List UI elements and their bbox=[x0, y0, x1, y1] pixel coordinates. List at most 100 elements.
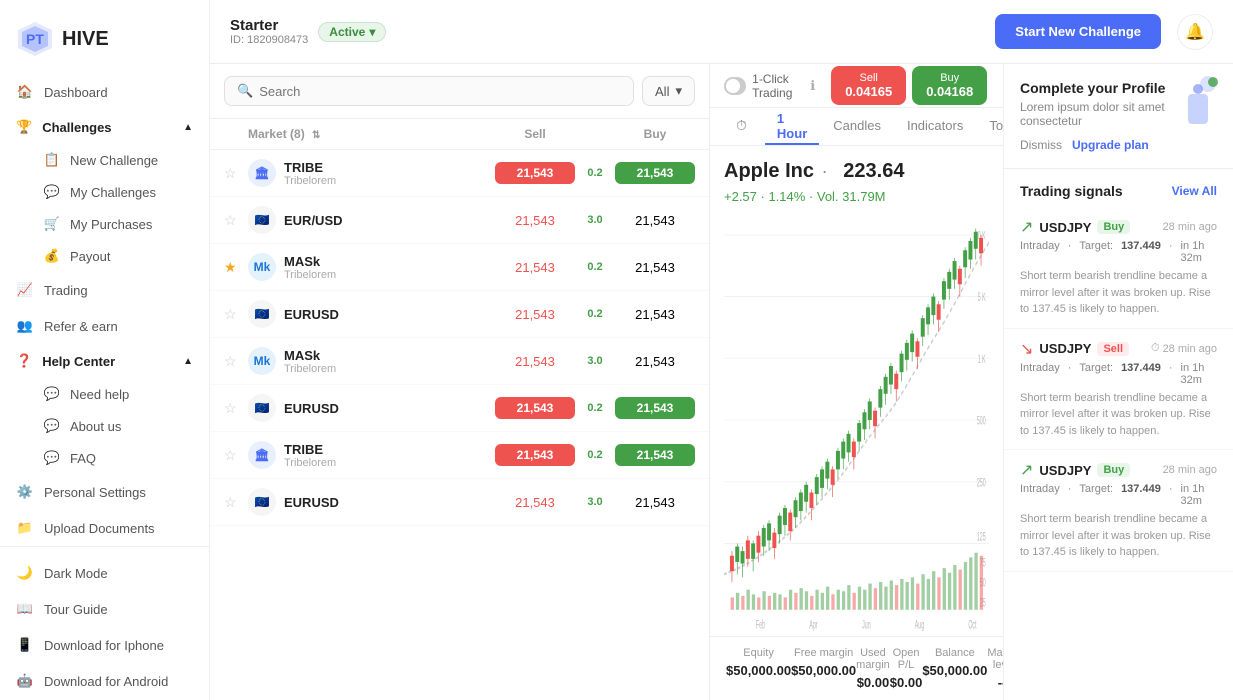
market-row[interactable]: ☆ 🏛 TRIBETribelorem 21,543 0.2 21,543 bbox=[210, 432, 709, 479]
signal-pair: USDJPY bbox=[1039, 341, 1091, 356]
iphone-icon: 📱 bbox=[16, 636, 34, 654]
star-icon[interactable]: ☆ bbox=[224, 447, 248, 464]
sidebar-item-darkmode[interactable]: 🌙 Dark Mode bbox=[0, 555, 209, 591]
chevron-down-icon: ▾ bbox=[369, 25, 375, 39]
tab-tools[interactable]: Tools bbox=[977, 108, 1003, 145]
sell-price[interactable]: 21,543 bbox=[495, 397, 575, 419]
signals-header: Trading signals View All bbox=[1004, 169, 1233, 207]
signal-time: 28 min ago bbox=[1163, 221, 1217, 233]
sidebar-item-payout[interactable]: 💰 Payout bbox=[0, 240, 209, 272]
tab-indicators[interactable]: Indicators bbox=[895, 108, 975, 145]
sidebar-item-tour[interactable]: 📖 Tour Guide bbox=[0, 591, 209, 627]
signal-meta: Intraday · Target: 137.449 · in 1h 32m bbox=[1020, 483, 1217, 507]
market-row[interactable]: ☆ 🇪🇺 EUR/USD 21,543 3.0 21,543 bbox=[210, 197, 709, 244]
sidebar-item-upload[interactable]: 📁 Upload Documents bbox=[0, 510, 209, 546]
toggle-switch[interactable] bbox=[724, 77, 746, 95]
sidebar-item-challenges[interactable]: 🏆 Challenges ▲ bbox=[0, 110, 209, 144]
sell-price: 21,543 bbox=[495, 213, 575, 228]
market-asset: Mk MASkTribelorem bbox=[248, 347, 495, 375]
star-icon[interactable]: ☆ bbox=[224, 212, 248, 229]
sell-price: 21,543 bbox=[495, 495, 575, 510]
change-badge: 0.2 bbox=[575, 402, 615, 414]
faq-icon: 💬 bbox=[44, 450, 60, 466]
filter-select[interactable]: All ▾ bbox=[642, 76, 695, 106]
chart-footer: Equity $50,000.00 Free margin $50,000.00… bbox=[710, 636, 1003, 700]
sidebar-item-purchases[interactable]: 🛒 My Purchases bbox=[0, 208, 209, 240]
star-icon[interactable]: ☆ bbox=[224, 494, 248, 511]
star-icon[interactable]: ☆ bbox=[224, 165, 248, 182]
equity-label: Equity bbox=[726, 647, 791, 659]
asset-icon: Mk bbox=[248, 347, 276, 375]
upgrade-button[interactable]: Upgrade plan bbox=[1072, 138, 1149, 152]
sell-price[interactable]: 21,543 bbox=[495, 162, 575, 184]
sidebar-item-iphone[interactable]: 📱 Download for Iphone bbox=[0, 627, 209, 663]
sidebar-item-refer[interactable]: 👥 Refer & earn bbox=[0, 308, 209, 344]
signal-target-value: 137.449 bbox=[1121, 362, 1161, 386]
market-col-name: Market (8) ⇅ bbox=[248, 127, 495, 141]
trading-icon: 📈 bbox=[16, 281, 34, 299]
signal-target-label: Target: bbox=[1079, 362, 1113, 386]
view-all-button[interactable]: View All bbox=[1172, 184, 1217, 198]
change-badge: 0.2 bbox=[575, 449, 615, 461]
star-icon[interactable]: ☆ bbox=[224, 400, 248, 417]
sidebar-child-label: My Purchases bbox=[70, 217, 152, 232]
search-icon: 🔍 bbox=[237, 83, 253, 99]
tab-1hour[interactable]: 1 Hour bbox=[765, 108, 819, 145]
sell-button[interactable]: Sell 0.04165 bbox=[831, 66, 906, 105]
market-row[interactable]: ☆ 🇪🇺 EURUSD 21,543 3.0 21,543 bbox=[210, 479, 709, 526]
sidebar-item-trading[interactable]: 📈 Trading bbox=[0, 272, 209, 308]
tab-label: Tools bbox=[989, 118, 1003, 133]
market-asset: 🇪🇺 EUR/USD bbox=[248, 206, 495, 234]
open-pl-label: Open P/L bbox=[890, 647, 923, 671]
buy-price: 21,543 bbox=[615, 307, 695, 322]
sidebar-item-dashboard[interactable]: 🏠 Dashboard bbox=[0, 74, 209, 110]
sidebar-item-android[interactable]: 🤖 Download for Android bbox=[0, 663, 209, 699]
sidebar-item-help-center[interactable]: ❓ Help Center ▲ bbox=[0, 344, 209, 378]
market-row[interactable]: ☆ 🇪🇺 EURUSD 21,543 0.2 21,543 bbox=[210, 291, 709, 338]
account-status-badge[interactable]: Active ▾ bbox=[318, 22, 386, 42]
sidebar-parent-label: Help Center bbox=[42, 354, 115, 369]
tab-candles[interactable]: Candles bbox=[821, 108, 893, 145]
svg-text:1 K: 1 K bbox=[978, 353, 986, 367]
tab-label: Indicators bbox=[907, 118, 963, 133]
search-input[interactable] bbox=[259, 84, 621, 99]
search-box[interactable]: 🔍 bbox=[224, 76, 634, 106]
sidebar-item-about[interactable]: 💬 About us bbox=[0, 410, 209, 442]
sidebar-item-need-help[interactable]: 💬 Need help bbox=[0, 378, 209, 410]
market-row[interactable]: ☆ 🇪🇺 EURUSD 21,543 0.2 21,543 bbox=[210, 385, 709, 432]
signal-time-text: 28 min ago bbox=[1163, 221, 1217, 233]
dismiss-button[interactable]: Dismiss bbox=[1020, 138, 1062, 152]
market-row[interactable]: ★ Mk MASkTribelorem 21,543 0.2 21,543 bbox=[210, 244, 709, 291]
signal-desc: Short term bearish trendline became a mi… bbox=[1020, 511, 1217, 561]
buy-price[interactable]: 21,543 bbox=[615, 162, 695, 184]
market-asset: 🇪🇺 EURUSD bbox=[248, 300, 495, 328]
sidebar-item-my-challenges[interactable]: 💬 My Challenges bbox=[0, 176, 209, 208]
buy-price: 21,543 bbox=[615, 213, 695, 228]
asset-icon: 🏛 bbox=[248, 441, 276, 469]
stat-balance: Balance $50,000.00 bbox=[922, 647, 987, 690]
sidebar-item-new-challenge[interactable]: 📋 New Challenge bbox=[0, 144, 209, 176]
sell-price: 21,543 bbox=[495, 354, 575, 369]
sidebar-item-faq[interactable]: 💬 FAQ bbox=[0, 442, 209, 474]
star-icon[interactable]: ★ bbox=[224, 259, 248, 276]
sell-price[interactable]: 21,543 bbox=[495, 444, 575, 466]
market-row[interactable]: ☆ 🏛 TRIBETribelorem 21,543 0.2 21,543 bbox=[210, 150, 709, 197]
margin-level-label: Margin level bbox=[987, 647, 1003, 671]
buy-button[interactable]: Buy 0.04168 bbox=[912, 66, 987, 105]
buy-price[interactable]: 21,543 bbox=[615, 397, 695, 419]
sidebar-item-personal[interactable]: ⚙️ Personal Settings bbox=[0, 474, 209, 510]
bell-icon: 🔔 bbox=[1185, 22, 1205, 42]
star-icon[interactable]: ☆ bbox=[224, 353, 248, 370]
market-row[interactable]: ☆ Mk MASkTribelorem 21,543 3.0 21,543 bbox=[210, 338, 709, 385]
signal-up-icon-2: ↗ bbox=[1020, 460, 1033, 480]
chart-area: Apple Inc · 223.64 +2.57 · 1.14% · Vol. … bbox=[710, 146, 1003, 636]
change-badge: 3.0 bbox=[575, 496, 615, 508]
start-new-challenge-button[interactable]: Start New Challenge bbox=[995, 14, 1161, 49]
stock-info: Apple Inc · 223.64 bbox=[724, 160, 989, 183]
one-click-toggle[interactable]: 1-Click Trading ℹ bbox=[724, 72, 815, 100]
notification-button[interactable]: 🔔 bbox=[1177, 14, 1213, 50]
star-icon[interactable]: ☆ bbox=[224, 306, 248, 323]
info-icon: ℹ bbox=[810, 78, 815, 94]
svg-text:Feb: Feb bbox=[756, 618, 765, 632]
buy-price[interactable]: 21,543 bbox=[615, 444, 695, 466]
